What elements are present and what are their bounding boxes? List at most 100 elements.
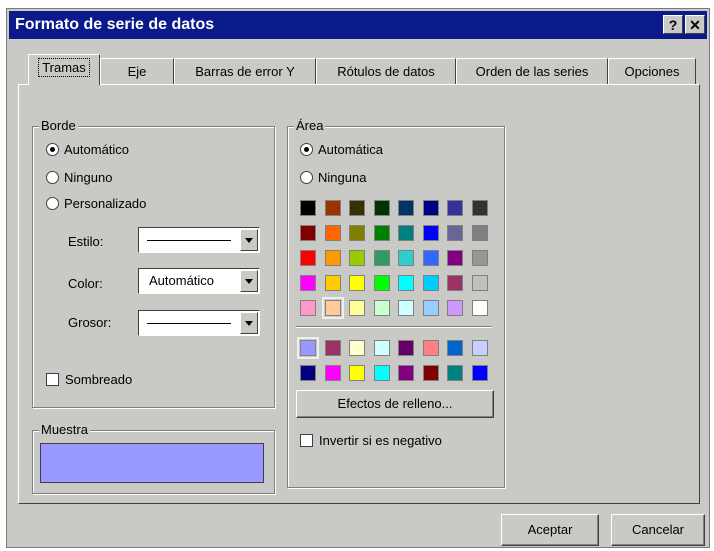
color-swatch[interactable] <box>471 365 488 381</box>
tab-barras-error[interactable]: Barras de error Y <box>174 58 316 84</box>
radio-dot <box>46 143 59 156</box>
color-swatch[interactable] <box>398 300 414 316</box>
estilo-label: Estilo: <box>68 234 104 249</box>
color-swatch[interactable] <box>471 275 488 291</box>
color-swatch[interactable] <box>321 297 344 319</box>
area-ninguna-radio[interactable]: Ninguna <box>300 170 366 185</box>
checkbox-box <box>46 373 59 386</box>
grosor-label: Grosor: <box>68 315 112 330</box>
radio-dot <box>46 197 59 210</box>
borde-personalizado-radio[interactable]: Personalizado <box>46 196 146 211</box>
color-swatch[interactable] <box>324 340 341 356</box>
color-swatch[interactable] <box>373 300 390 316</box>
color-swatch[interactable] <box>447 365 463 381</box>
color-swatch[interactable] <box>398 250 414 266</box>
tab-rotulos[interactable]: Rótulos de datos <box>316 58 456 84</box>
color-swatch[interactable] <box>349 340 365 356</box>
close-button[interactable]: ✕ <box>685 15 705 34</box>
color-swatch[interactable] <box>300 225 316 241</box>
color-swatch[interactable] <box>422 275 439 291</box>
color-swatch[interactable] <box>373 250 390 266</box>
color-select[interactable]: Automático <box>138 268 260 294</box>
color-swatch[interactable] <box>422 250 439 266</box>
color-swatch[interactable] <box>422 340 439 356</box>
chevron-down-icon[interactable] <box>240 229 258 251</box>
color-swatch[interactable] <box>300 250 316 266</box>
color-swatch[interactable] <box>349 200 365 216</box>
color-swatch[interactable] <box>349 250 365 266</box>
color-swatch[interactable] <box>471 340 488 356</box>
color-swatch[interactable] <box>324 250 341 266</box>
estilo-select[interactable] <box>138 227 260 253</box>
color-swatch[interactable] <box>349 300 365 316</box>
color-swatch[interactable] <box>324 200 341 216</box>
color-swatch[interactable] <box>373 200 390 216</box>
color-swatch[interactable] <box>300 275 316 291</box>
borde-automatico-radio[interactable]: Automático <box>46 142 129 157</box>
title-bar: Formato de serie de datos ? ✕ <box>9 11 707 39</box>
line-weight-preview <box>147 323 231 324</box>
color-swatch[interactable] <box>471 225 488 241</box>
color-swatch[interactable] <box>471 250 488 266</box>
color-swatch[interactable] <box>398 340 414 356</box>
cancelar-button[interactable]: Cancelar <box>611 514 705 546</box>
color-swatch[interactable] <box>373 340 390 356</box>
radio-dot <box>300 171 313 184</box>
tab-orden-series[interactable]: Orden de las series <box>456 58 608 84</box>
color-swatch[interactable] <box>447 250 463 266</box>
radio-dot <box>300 143 313 156</box>
color-swatch[interactable] <box>373 365 390 381</box>
color-swatch[interactable] <box>300 200 316 216</box>
color-swatch[interactable] <box>398 225 414 241</box>
borde-group: Borde <box>32 118 275 408</box>
aceptar-button[interactable]: Aceptar <box>501 514 599 546</box>
color-swatch[interactable] <box>447 225 463 241</box>
borde-ninguno-radio[interactable]: Ninguno <box>46 170 112 185</box>
grosor-select[interactable] <box>138 310 260 336</box>
invertir-negativo-checkbox[interactable]: Invertir si es negativo <box>300 433 442 448</box>
color-swatch[interactable] <box>447 340 463 356</box>
color-swatch[interactable] <box>324 365 341 381</box>
line-style-preview <box>147 240 231 241</box>
palette-separator <box>296 326 492 328</box>
color-swatch[interactable] <box>297 337 319 359</box>
color-swatch[interactable] <box>471 200 488 216</box>
window-title: Formato de serie de datos <box>15 16 215 33</box>
tab-tramas[interactable]: Tramas <box>28 54 100 85</box>
tab-opciones[interactable]: Opciones <box>608 58 696 84</box>
color-swatch[interactable] <box>349 225 365 241</box>
color-swatch[interactable] <box>373 225 390 241</box>
color-swatch[interactable] <box>373 275 390 291</box>
chevron-down-icon[interactable] <box>240 270 258 292</box>
color-swatch[interactable] <box>447 275 463 291</box>
color-swatch[interactable] <box>300 300 316 316</box>
radio-dot <box>46 171 59 184</box>
color-swatch[interactable] <box>447 300 463 316</box>
tab-eje[interactable]: Eje <box>100 58 174 84</box>
color-swatch[interactable] <box>398 275 414 291</box>
chevron-down-icon[interactable] <box>240 312 258 334</box>
color-swatch[interactable] <box>447 200 463 216</box>
color-swatch[interactable] <box>422 225 439 241</box>
sample-preview <box>40 443 264 483</box>
area-legend: Área <box>294 118 326 133</box>
efectos-relleno-button[interactable]: Efectos de relleno... <box>296 390 494 418</box>
color-swatch[interactable] <box>324 275 341 291</box>
checkbox-box <box>300 434 313 447</box>
color-swatch[interactable] <box>422 300 439 316</box>
color-swatch[interactable] <box>398 365 414 381</box>
color-swatch[interactable] <box>349 275 365 291</box>
area-automatica-radio[interactable]: Automática <box>300 142 383 157</box>
muestra-legend: Muestra <box>39 422 90 437</box>
color-swatch[interactable] <box>349 365 365 381</box>
color-swatch[interactable] <box>398 200 414 216</box>
help-button[interactable]: ? <box>663 15 683 34</box>
color-swatch[interactable] <box>422 365 439 381</box>
color-swatch[interactable] <box>471 300 488 316</box>
borde-legend: Borde <box>39 118 78 133</box>
color-swatch[interactable] <box>324 225 341 241</box>
color-label: Color: <box>68 276 103 291</box>
color-swatch[interactable] <box>422 200 439 216</box>
sombreado-checkbox[interactable]: Sombreado <box>46 372 132 387</box>
color-swatch[interactable] <box>300 365 316 381</box>
